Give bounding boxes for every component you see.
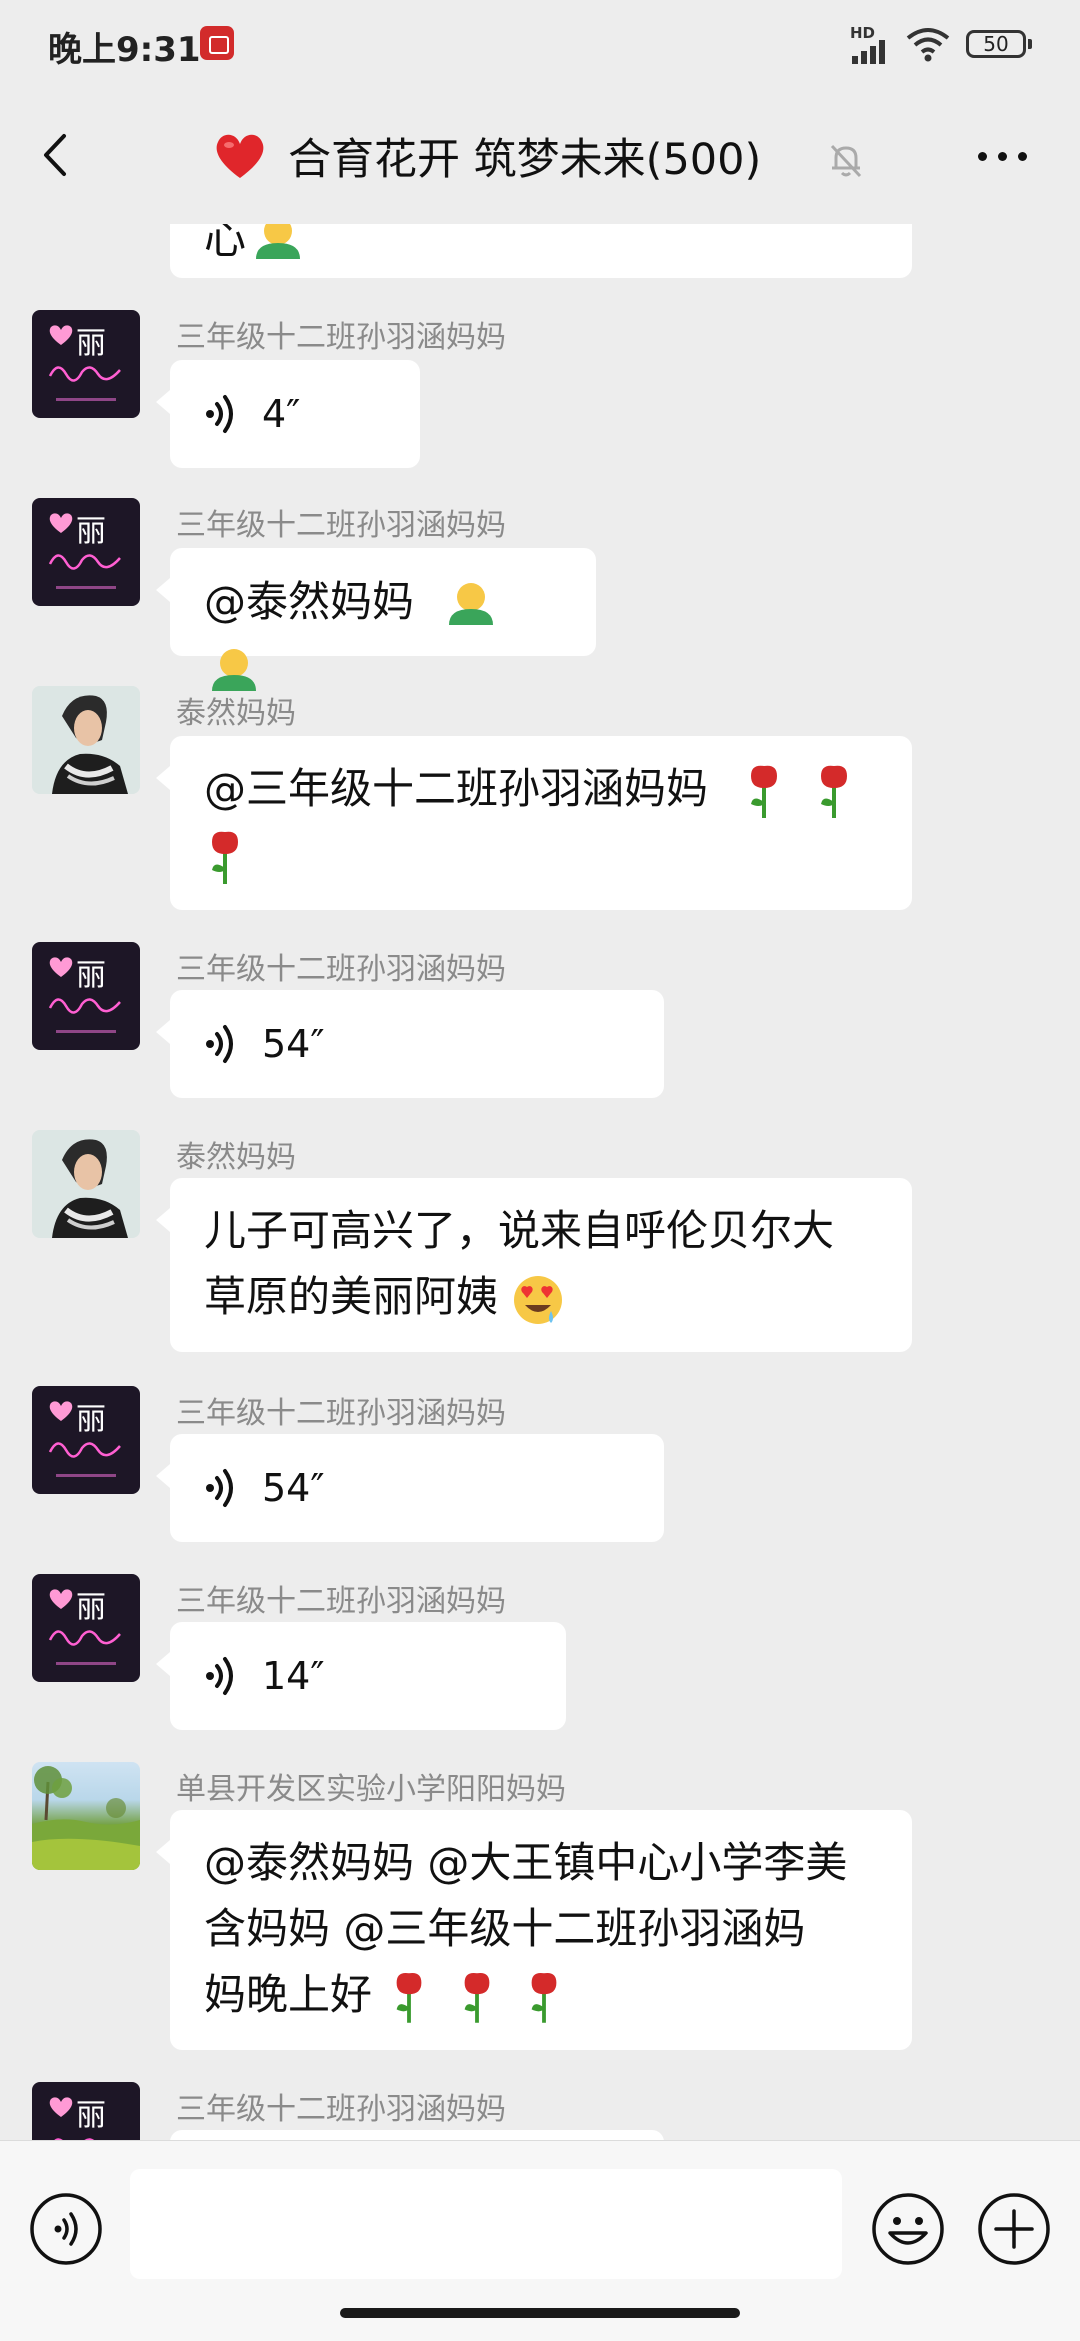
sender-name: 三年级十二班孙羽涵妈妈 <box>176 320 506 355</box>
rose-emoji <box>396 1972 422 2023</box>
voice-message-bubble[interactable]: 54″ <box>156 1434 664 1542</box>
heart-icon <box>49 325 73 345</box>
neon-script-icon <box>48 366 121 382</box>
avatar-divider <box>56 1474 116 1477</box>
voice-message-bubble[interactable]: 4″ <box>156 360 420 468</box>
avatar-divider <box>56 1662 116 1665</box>
more-icon[interactable] <box>972 146 1032 166</box>
avatar[interactable]: 丽 <box>32 310 140 418</box>
message-text: 草原的美丽阿姨 <box>204 1272 499 1321</box>
avatar-divider <box>56 398 116 401</box>
heart-icon <box>49 513 73 533</box>
portrait-image <box>32 686 140 794</box>
voice-message-bubble[interactable] <box>170 2130 664 2140</box>
avatar[interactable]: 丽 <box>32 1386 140 1494</box>
rose-emoji <box>820 765 847 818</box>
heart-eyes-emoji <box>514 1275 563 1324</box>
message-text: @三年级十二班孙羽涵妈妈 <box>204 764 709 813</box>
avatar[interactable]: 丽 <box>32 942 140 1050</box>
message-input[interactable] <box>130 2169 842 2279</box>
sender-name: 三年级十二班孙羽涵妈妈 <box>176 1396 506 1431</box>
message-bubble[interactable]: @三年级十二班孙羽涵妈妈 <box>156 736 912 910</box>
message-text: 含妈妈 @三年级十二班孙羽涵妈 <box>204 1904 806 1953</box>
avatar[interactable]: 丽 <box>32 1574 140 1682</box>
neon-script-icon <box>48 1630 121 1646</box>
voice-duration: 14″ <box>262 1654 325 1698</box>
avatar-divider <box>56 1030 116 1033</box>
rose-emoji <box>531 1972 557 2023</box>
portrait-image <box>32 1130 140 1238</box>
voice-duration: 54″ <box>262 1022 325 1066</box>
voice-icon <box>206 1469 233 1507</box>
sender-name: 三年级十二班孙羽涵妈妈 <box>176 1584 506 1619</box>
mute-bell-icon <box>830 144 862 178</box>
message-list[interactable]: 心 丽 三年级十二班孙羽涵妈妈 4″ 丽 三年级十二班孙羽涵妈妈 @泰然妈妈 泰… <box>0 0 1080 2140</box>
voice-message-bubble[interactable]: 54″ <box>156 990 664 1098</box>
message-bubble[interactable]: @泰然妈妈 <box>156 548 596 691</box>
avatar[interactable]: 丽 <box>32 2082 140 2140</box>
chat-title: 合育花开 筑梦未来(500) <box>288 135 762 185</box>
neon-script-icon <box>54 2138 95 2140</box>
heart-icon <box>49 957 73 977</box>
message-text: 妈晚上好 <box>204 1970 373 2019</box>
message-text: @泰然妈妈 @大王镇中心小学李美 <box>204 1838 848 1887</box>
voice-duration: 4″ <box>262 392 301 436</box>
avatar[interactable] <box>32 686 140 794</box>
avatar[interactable]: 丽 <box>32 498 140 606</box>
voice-icon <box>206 395 233 433</box>
home-indicator[interactable] <box>340 2308 740 2318</box>
rose-emoji <box>751 765 778 818</box>
avatar-divider <box>56 586 116 589</box>
avatar-label: 丽 <box>76 1590 106 1625</box>
avatar-label: 丽 <box>76 514 106 549</box>
voice-icon <box>206 1657 233 1695</box>
heart-icon <box>49 1589 73 1609</box>
heart-icon <box>49 2097 73 2117</box>
sender-name: 泰然妈妈 <box>176 696 296 731</box>
heart-icon <box>216 134 264 178</box>
emoji-icon[interactable] <box>870 2191 946 2267</box>
message-bubble[interactable]: @泰然妈妈 @大王镇中心小学李美 含妈妈 @三年级十二班孙羽涵妈 妈晚上好 <box>156 1810 912 2050</box>
voice-message-bubble[interactable]: 14″ <box>156 1622 566 1730</box>
message-bubble[interactable]: 儿子可高兴了，说来自呼伦贝尔大 草原的美丽阿姨 <box>156 1178 912 1352</box>
message-text: 儿子可高兴了，说来自呼伦贝尔大 <box>204 1206 835 1255</box>
sender-name: 单县开发区实验小学阳阳妈妈 <box>176 1772 566 1807</box>
landscape-image <box>32 1766 140 1870</box>
neon-script-icon <box>48 554 121 570</box>
voice-icon <box>206 1025 233 1063</box>
heart-icon <box>49 1401 73 1421</box>
voice-input-icon[interactable] <box>28 2191 104 2267</box>
message-text: @泰然妈妈 <box>204 577 415 626</box>
avatar-label: 丽 <box>76 326 106 361</box>
back-icon[interactable] <box>32 130 82 180</box>
avatar[interactable] <box>32 1130 140 1238</box>
sender-name: 泰然妈妈 <box>176 1140 296 1175</box>
avatar-label: 丽 <box>76 1402 106 1437</box>
avatar-label: 丽 <box>76 2098 106 2133</box>
hug-emoji <box>449 582 494 625</box>
rose-emoji <box>212 831 238 884</box>
voice-duration: 54″ <box>262 1466 325 1510</box>
rose-emoji <box>464 1972 490 2023</box>
chat-title-group[interactable]: 合育花开 筑梦未来(500) <box>212 126 761 186</box>
avatar[interactable] <box>32 1762 140 1870</box>
sender-name: 三年级十二班孙羽涵妈妈 <box>176 2092 506 2127</box>
neon-script-icon <box>48 1442 121 1458</box>
sender-name: 三年级十二班孙羽涵妈妈 <box>176 508 506 543</box>
plus-icon[interactable] <box>976 2191 1052 2267</box>
sender-name: 三年级十二班孙羽涵妈妈 <box>176 952 506 987</box>
avatar-label: 丽 <box>76 958 106 993</box>
neon-script-icon <box>48 998 121 1014</box>
chat-header: 合育花开 筑梦未来(500) <box>0 90 1080 224</box>
